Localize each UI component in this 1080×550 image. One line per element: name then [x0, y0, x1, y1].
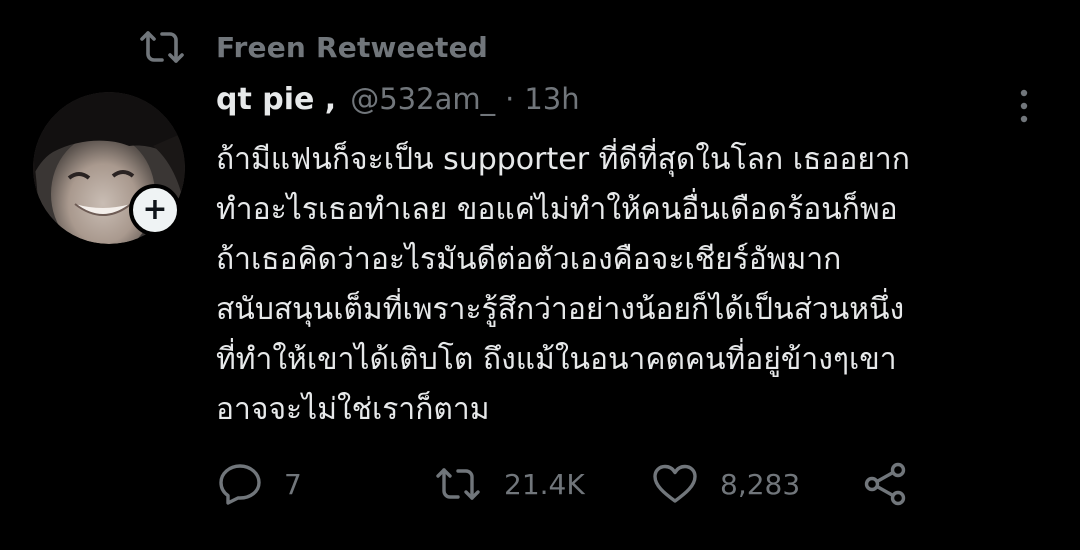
tweet-text-line: ที่ทำให้เขาได้เติบโต ถึงแม้ในอนาคตคนที่อ… — [216, 342, 897, 377]
like-button[interactable]: 8,283 — [652, 462, 800, 506]
tweet-header: qt pie , @532am_ · 13h — [216, 82, 580, 128]
retweet-button[interactable]: 21.4K — [434, 462, 585, 506]
like-count: 8,283 — [720, 467, 801, 501]
tweet-text-line: ถ้าเธอคิดว่าอะไรมันดีต่อตัวเองคือจะเชียร… — [216, 242, 842, 277]
separator-dot: · — [505, 82, 515, 116]
tweet-text-line: ถ้ามีแฟนก็จะเป็น supporter ที่ดีที่สุดใน… — [216, 142, 910, 177]
tweet-text: ถ้ามีแฟนก็จะเป็น supporter ที่ดีที่สุดใน… — [216, 135, 1066, 435]
display-name[interactable]: qt pie , — [216, 82, 336, 117]
timestamp[interactable]: 13h — [524, 82, 579, 116]
reply-button[interactable]: 7 — [218, 462, 302, 506]
tweet-text-line: สนับสนุนเต็มที่เพราะรู้สึกว่าอย่างน้อยก็… — [216, 292, 905, 327]
share-icon — [864, 462, 906, 506]
more-options-button[interactable] — [1006, 86, 1042, 126]
retweet-context: Freen Retweeted — [138, 26, 488, 68]
heart-icon — [653, 464, 697, 503]
share-button[interactable] — [862, 462, 910, 506]
tweet-actions: 7 21.4K 8,283 — [0, 462, 1080, 506]
retweet-icon — [138, 26, 188, 68]
follow-plus-button[interactable]: + — [129, 184, 181, 236]
reply-count: 7 — [284, 467, 302, 501]
retweet-context-label[interactable]: Freen Retweeted — [216, 31, 488, 64]
more-vertical-icon — [1020, 89, 1028, 123]
plus-icon: + — [142, 192, 168, 227]
tweet-text-line: ทำอะไรเธอทำเลย ขอแค่ไม่ทำให้คนอื่นเดือดร… — [216, 192, 898, 227]
avatar-container[interactable]: + — [33, 92, 185, 244]
retweet-icon — [436, 468, 480, 500]
tweet-text-line: อาจจะไม่ใช่เราก็ตาม — [216, 392, 490, 427]
user-handle[interactable]: @532am_ — [350, 82, 495, 116]
retweet-count: 21.4K — [504, 467, 585, 501]
reply-icon — [219, 464, 261, 505]
